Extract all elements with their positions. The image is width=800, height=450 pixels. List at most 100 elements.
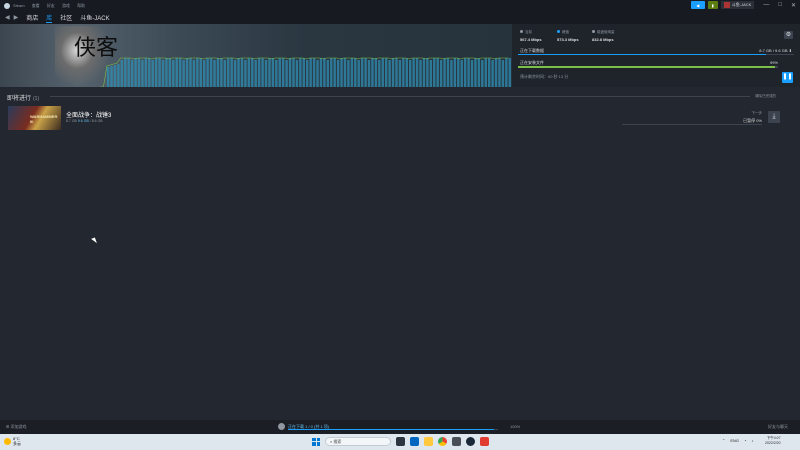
stat-disk-label: 磁盘使用量 bbox=[597, 30, 615, 34]
bandwidth-bar bbox=[340, 58, 343, 87]
bandwidth-bar bbox=[371, 58, 374, 87]
stat-disk: 磁盘使用量 832.8 Mbps bbox=[592, 30, 615, 42]
menu-steam[interactable]: Steam bbox=[13, 3, 25, 8]
download-button[interactable]: ⤓ bbox=[768, 111, 780, 123]
friends-chat-button[interactable]: 好友与聊天 bbox=[768, 424, 788, 430]
downloading-value: 8.7 GB / 9.6 GB bbox=[759, 48, 788, 53]
bandwidth-bar bbox=[148, 58, 151, 87]
bandwidth-bar bbox=[154, 58, 158, 87]
system-tray: ⌃ ENG ◔ ♪ bbox=[722, 438, 753, 443]
bandwidth-bar bbox=[443, 58, 446, 87]
download-icon: ⤓ bbox=[772, 113, 776, 120]
bandwidth-bar bbox=[487, 58, 491, 87]
taskbar-search-input[interactable]: ⌕ 搜索 bbox=[325, 437, 391, 446]
gear-icon[interactable]: ⚙ bbox=[784, 31, 793, 39]
menu-view[interactable]: 查看 bbox=[32, 3, 40, 8]
bandwidth-bar bbox=[144, 58, 148, 87]
nav-community[interactable]: 社区 bbox=[60, 13, 72, 22]
file-explorer-icon[interactable] bbox=[424, 437, 433, 446]
nav-profile[interactable]: 斗鱼-JACK bbox=[80, 13, 109, 22]
download-item[interactable]: WARHAMMER III 全面战争：战锤3 8.7 GB 9.6 GB / 8… bbox=[0, 104, 800, 132]
minimize-button[interactable]: — bbox=[763, 2, 769, 8]
tray-chevron-icon[interactable]: ⌃ bbox=[722, 438, 725, 443]
notification-button[interactable]: ▮ bbox=[707, 1, 718, 9]
bandwidth-bar bbox=[319, 58, 323, 87]
bandwidth-bar bbox=[354, 58, 357, 87]
menu-games[interactable]: 游戏 bbox=[62, 3, 70, 8]
pause-button[interactable]: ❚❚ bbox=[782, 72, 793, 83]
user-menu[interactable]: 斗鱼-JACK bbox=[720, 1, 755, 9]
nav-library[interactable]: 库 bbox=[46, 13, 53, 23]
bandwidth-bar bbox=[182, 60, 185, 87]
stat-peak-value: 573.3 Mbps bbox=[557, 37, 579, 42]
section-title: 即将进行 (1) bbox=[7, 93, 39, 102]
windows-taskbar: 8°C 多云 ⌕ 搜索 ⌃ ENG ◔ ♪ 下午4:07 2022/2/20 bbox=[0, 434, 800, 450]
bandwidth-bar bbox=[412, 58, 415, 87]
forward-arrow-icon[interactable]: ▶ bbox=[14, 14, 19, 21]
bandwidth-bar bbox=[378, 60, 381, 87]
bandwidth-bar bbox=[453, 58, 457, 87]
close-button[interactable]: ✕ bbox=[791, 2, 796, 9]
weather-widget[interactable]: 8°C 多云 bbox=[4, 436, 21, 446]
stat-peak: 峰值 573.3 Mbps bbox=[557, 30, 579, 42]
bandwidth-bar bbox=[161, 60, 165, 87]
add-game-button[interactable]: ⊞ 添加游戏 bbox=[6, 424, 26, 430]
nav-store[interactable]: 商店 bbox=[26, 13, 38, 22]
windows-start-icon[interactable] bbox=[312, 437, 320, 446]
bandwidth-bar bbox=[257, 58, 261, 87]
bandwidth-bar bbox=[288, 58, 292, 87]
back-arrow-icon[interactable]: ◀ bbox=[5, 14, 10, 21]
peak-dot-icon bbox=[557, 30, 560, 33]
chrome-icon[interactable] bbox=[438, 437, 447, 446]
taskbar-clock[interactable]: 下午4:07 2022/2/20 bbox=[765, 436, 781, 446]
bandwidth-bar bbox=[326, 60, 330, 87]
download-manager-icon bbox=[278, 423, 285, 430]
clear-completed-button[interactable]: 清除已完成的 bbox=[755, 94, 776, 99]
game-thumbnail[interactable]: WARHAMMER III bbox=[8, 106, 61, 130]
download-arrow-icon: ⬇ bbox=[788, 48, 792, 53]
bandwidth-bar bbox=[271, 58, 275, 87]
game-title[interactable]: 全面战争：战锤3 bbox=[66, 110, 111, 119]
weather-desc: 多云 bbox=[13, 441, 21, 446]
bandwidth-bar bbox=[189, 58, 192, 87]
widgets-icon[interactable] bbox=[410, 437, 419, 446]
volume-icon[interactable]: ♪ bbox=[751, 438, 753, 443]
bandwidth-bar bbox=[295, 60, 299, 87]
menu-bar: Steam 查看 好友 游戏 帮助 bbox=[13, 3, 91, 9]
bandwidth-bar bbox=[275, 60, 278, 87]
bandwidth-bar bbox=[402, 58, 405, 87]
bandwidth-bar bbox=[398, 60, 402, 87]
steam-taskbar-icon[interactable] bbox=[466, 437, 475, 446]
thumbnail-text: WARHAMMER III bbox=[30, 114, 58, 124]
bandwidth-bar bbox=[247, 58, 251, 87]
menu-friends[interactable]: 好友 bbox=[47, 3, 55, 8]
bandwidth-bar bbox=[433, 58, 436, 87]
bandwidth-graph bbox=[100, 57, 511, 87]
install-progress-bar bbox=[518, 66, 778, 68]
game-status: 下一步 已暂停 0% bbox=[700, 111, 762, 124]
wifi-icon[interactable]: ◔ bbox=[744, 438, 746, 443]
bandwidth-bar bbox=[457, 58, 460, 87]
steam-window: Steam 查看 好友 游戏 帮助 ◀ ▮ 斗鱼-JACK — □ ✕ ◀ ▶ … bbox=[0, 0, 800, 434]
bandwidth-bar bbox=[141, 60, 144, 87]
menu-help[interactable]: 帮助 bbox=[77, 3, 85, 8]
bandwidth-bar bbox=[168, 58, 172, 87]
stat-disk-value: 832.8 Mbps bbox=[592, 37, 614, 42]
bandwidth-bar bbox=[501, 60, 505, 87]
bandwidth-bar bbox=[347, 60, 350, 87]
app-icon[interactable] bbox=[452, 437, 461, 446]
task-view-icon[interactable] bbox=[396, 437, 405, 446]
douyu-icon[interactable] bbox=[480, 437, 489, 446]
game-size-info: 8.7 GB 9.6 GB / 8.6 GB bbox=[66, 119, 103, 123]
broadcast-button[interactable]: ◀ bbox=[690, 1, 705, 9]
bandwidth-bar bbox=[439, 60, 443, 87]
language-indicator[interactable]: ENG bbox=[730, 438, 739, 443]
bandwidth-bar bbox=[491, 60, 494, 87]
bandwidth-bar bbox=[223, 60, 227, 87]
plus-icon: ⊞ bbox=[6, 424, 10, 429]
maximize-button[interactable]: □ bbox=[778, 2, 782, 8]
bandwidth-bar bbox=[206, 58, 209, 87]
bandwidth-bar bbox=[130, 60, 134, 87]
game-status-label: 下一步 bbox=[751, 111, 763, 115]
bandwidth-bar bbox=[254, 60, 257, 87]
